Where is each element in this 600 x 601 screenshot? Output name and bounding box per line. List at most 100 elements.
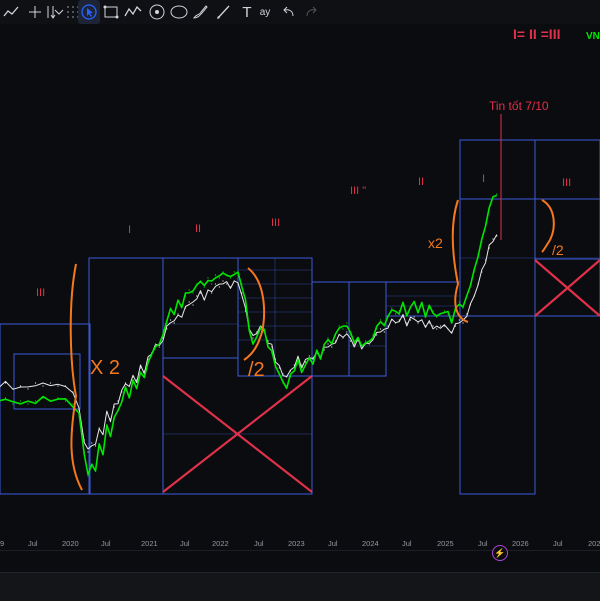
main-series-point [162, 331, 164, 333]
main-series-point [34, 400, 37, 402]
main-series-point [188, 289, 190, 291]
main-series-point [199, 280, 202, 282]
compare-series-point [83, 439, 85, 441]
x-tick-label: 2020 [62, 539, 79, 548]
main-series-point [19, 400, 22, 402]
main-series-point [496, 193, 498, 195]
compare-series-point [218, 286, 220, 288]
compare-series-point [466, 313, 468, 315]
main-series-point [233, 271, 235, 273]
ellipse-icon[interactable] [168, 0, 190, 24]
main-series-point [304, 364, 307, 366]
undo-icon[interactable] [278, 0, 300, 24]
line-chart-icon[interactable] [0, 0, 22, 24]
compare-series-point [477, 283, 479, 285]
compare-series-point [331, 346, 333, 348]
compare-series-point [293, 364, 295, 366]
main-series-point [394, 313, 397, 315]
main-series-point [353, 340, 355, 342]
main-series-point [27, 403, 29, 405]
main-series-point [177, 301, 179, 303]
compare-series-point [338, 334, 340, 336]
main-series-point [361, 346, 363, 348]
main-series-point [492, 196, 494, 198]
wave-label: I [482, 173, 485, 185]
symbol-label: VN [586, 31, 600, 42]
compare-series-point [121, 391, 123, 393]
x-tick-label: Jul [478, 539, 488, 548]
pencil-icon[interactable] [212, 0, 234, 24]
main-series-point [338, 325, 340, 327]
compare-series-point [196, 295, 198, 297]
bottom-bar [0, 572, 600, 601]
lightning-icon[interactable]: ⚡ [492, 545, 508, 561]
main-series-point [256, 337, 258, 339]
compare-series-point [229, 286, 232, 288]
main-series-point [154, 343, 157, 345]
compare-series-point [447, 328, 449, 330]
main-series-point [136, 385, 138, 387]
main-series-point [368, 343, 370, 345]
main-series-point [222, 271, 224, 273]
compare-series-point [203, 298, 205, 300]
compare-series-point [98, 427, 100, 429]
main-series-point [316, 352, 318, 354]
price-chart[interactable]: IIII II IIIIII "II I IIIX 2/2x2/2I= II =III V… [0, 24, 600, 544]
main-series-point [64, 400, 67, 402]
main-series-point [267, 343, 269, 345]
main-series-point [128, 394, 130, 396]
compare-series-point [188, 301, 190, 303]
compare-series-point [222, 280, 224, 282]
main-series-point [297, 361, 299, 363]
path-zigzag-icon[interactable] [122, 0, 144, 24]
main-series-point [383, 325, 385, 327]
main-series-point [327, 337, 329, 339]
compare-series-point [409, 319, 412, 321]
main-series-point [158, 346, 160, 348]
main-series-point [184, 295, 187, 297]
main-series-point [151, 355, 153, 357]
compare-series-point [353, 343, 355, 345]
main-series-point [469, 283, 472, 285]
compare-series-point [421, 319, 423, 321]
main-series-point [376, 328, 378, 330]
compare-series-point [458, 319, 460, 321]
compare-series-point [177, 313, 179, 315]
redo-icon[interactable] [300, 0, 322, 24]
main-series-point [274, 364, 277, 366]
cursor-icon[interactable] [78, 0, 100, 24]
compare-series-point [462, 322, 464, 324]
main-series-point [218, 277, 220, 279]
compare-series-point [481, 271, 483, 273]
circle-target-icon[interactable] [146, 0, 168, 24]
main-series-point [323, 346, 325, 348]
rectangle-icon[interactable] [100, 0, 122, 24]
compare-series-point [406, 322, 408, 324]
compare-series-point [12, 388, 14, 390]
main-series-point [214, 274, 217, 276]
compare-series-point [147, 358, 149, 360]
compare-series-point [278, 367, 280, 369]
compare-series-point [173, 322, 175, 324]
toolbar-text-button[interactable]: ay [254, 0, 276, 24]
main-series-point [443, 310, 445, 312]
compare-series-point [72, 391, 74, 393]
x-tick-label: 2025 [437, 539, 454, 548]
main-series-point [94, 469, 97, 471]
compare-series-point [346, 331, 348, 333]
main-series-point [331, 343, 333, 345]
wave-label: III [36, 287, 45, 299]
brush-icon[interactable] [190, 0, 212, 24]
wave-label: II [418, 176, 424, 188]
compare-series-point [64, 385, 67, 387]
x-tick-label: 2023 [288, 539, 305, 548]
main-series-point [102, 451, 104, 453]
main-series-point [121, 400, 123, 402]
wave-label: III [562, 177, 571, 189]
compare-series-point [488, 247, 490, 249]
compare-series-point [334, 340, 337, 342]
main-series-point [78, 415, 80, 417]
wave-label: III [271, 217, 280, 229]
compare-series-point [436, 328, 438, 330]
main-series-point [57, 397, 59, 399]
